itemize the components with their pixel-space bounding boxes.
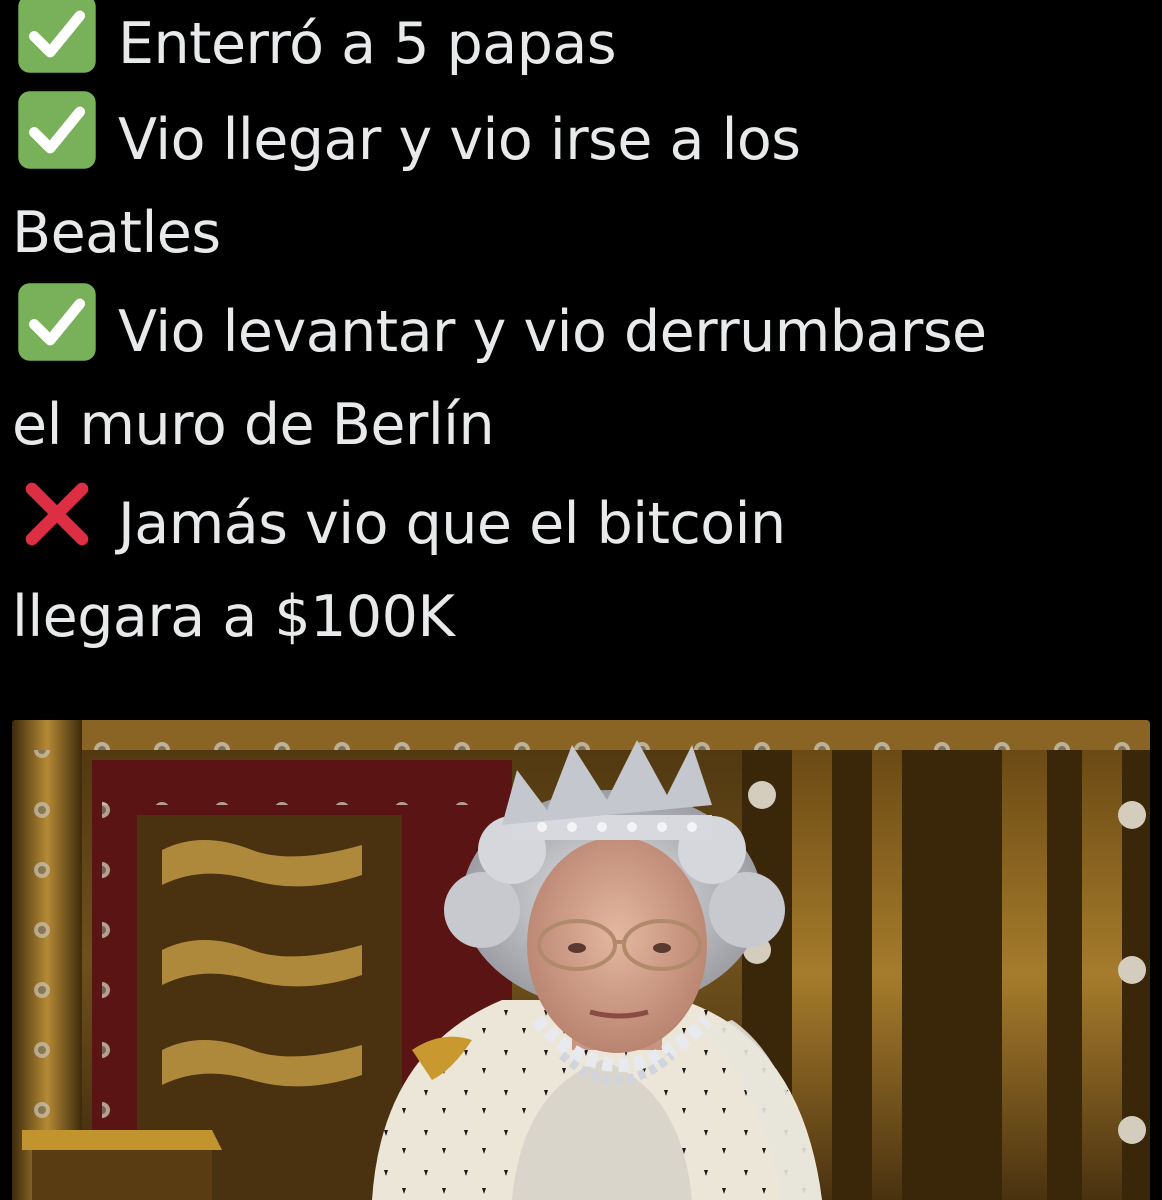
queen-on-throne-image [12, 720, 1150, 1200]
check-mark-button-icon [16, 89, 98, 171]
list-item-text: Vio levantar y vio derrumbarse [118, 299, 987, 365]
check-mark-button-icon [16, 0, 98, 75]
list-item-continuation: el muro de Berlín [12, 392, 495, 458]
list-item-text: Jamás vio que el bitcoin [118, 491, 786, 557]
list-item-continuation: Beatles [12, 200, 221, 266]
list-item: Vio levantar y vio derrumbarse [12, 281, 1152, 377]
list-item-text: Enterró a 5 papas [118, 11, 617, 77]
list-item: Jamás vio que el bitcoin [12, 473, 1152, 569]
tweet-text: Enterró a 5 papas Vio llegar y vio irse … [12, 0, 1152, 665]
check-mark-button-icon [16, 281, 98, 363]
list-item: Vio llegar y vio irse a los [12, 89, 1152, 185]
list-item-continuation: llegara a $100K [12, 584, 455, 650]
list-item: Enterró a 5 papas [12, 0, 1152, 89]
list-item-text: Vio llegar y vio irse a los [118, 107, 801, 173]
cross-mark-icon [16, 473, 98, 555]
tweet-photo[interactable] [12, 720, 1150, 1200]
